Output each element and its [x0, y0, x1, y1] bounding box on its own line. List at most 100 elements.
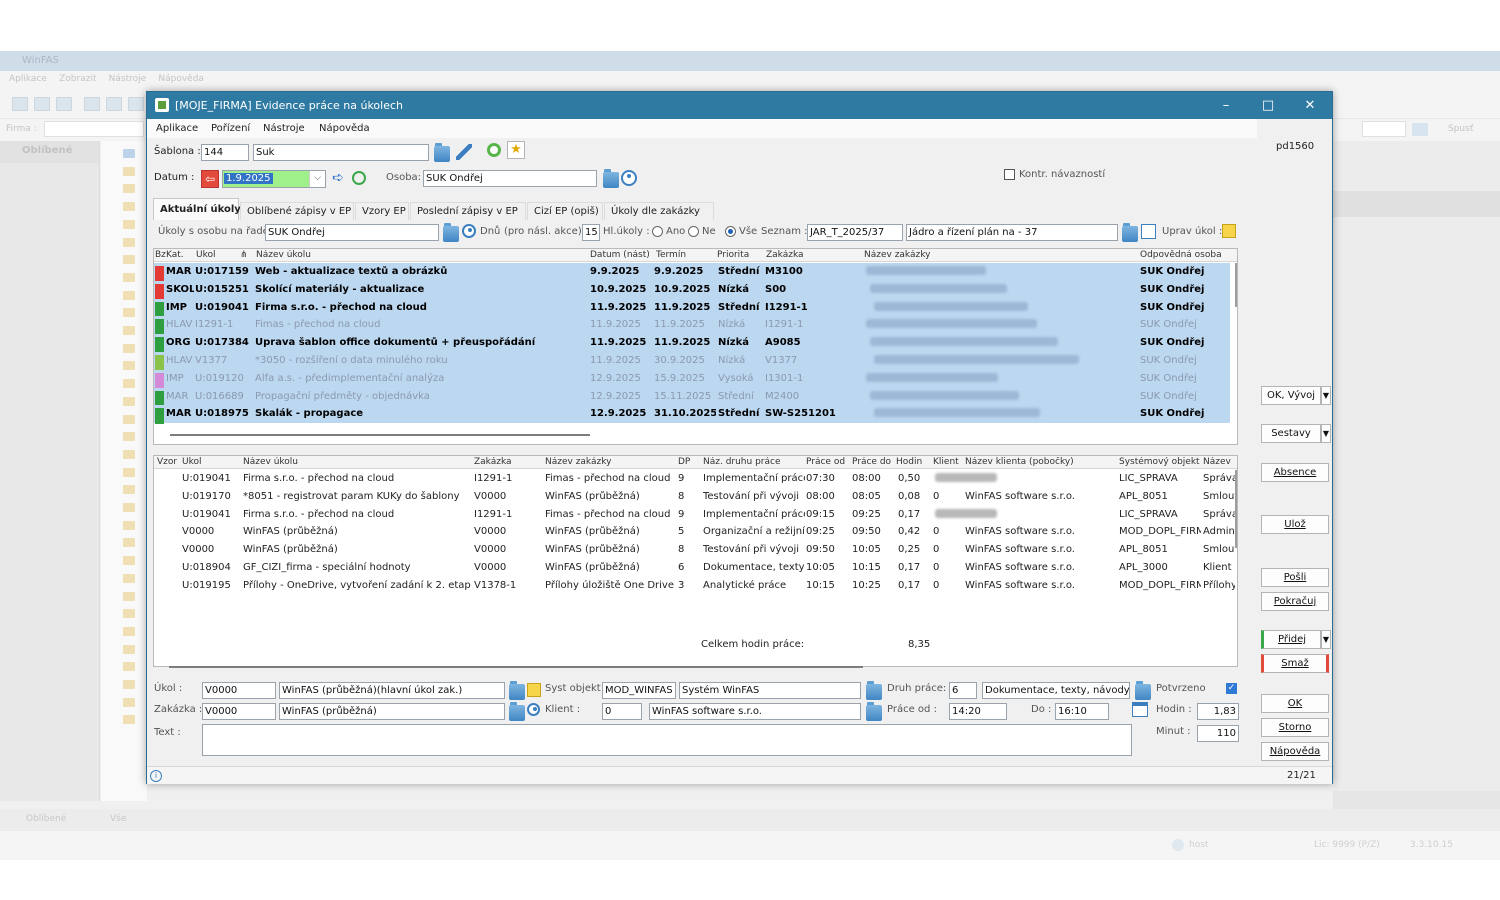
menu-porizeni[interactable]: Pořízení — [211, 123, 250, 134]
col-objekt-nazev[interactable]: Název — [1203, 457, 1237, 467]
col-datum[interactable]: Datum (nást) — [590, 250, 650, 260]
col-work-zakazka[interactable]: Zakázka — [474, 457, 512, 467]
tab-cizi-ep[interactable]: Cizí EP (opiš) — [527, 202, 603, 220]
col-odpovedna-osoba[interactable]: Odpovědná osoba — [1140, 250, 1222, 260]
col-work-ukol[interactable]: Úkol — [182, 457, 202, 467]
seznam-name-input[interactable]: Jádro a řízení plán na - 37 — [906, 224, 1118, 241]
kontr-navaznosti-checkbox[interactable] — [1004, 169, 1015, 180]
detail-druh-name-input[interactable]: Dokumentace, texty, návody, — [982, 682, 1130, 699]
col-nazev-klienta[interactable]: Název klienta (pobočky) — [965, 457, 1074, 467]
hl-ukoly-vse-radio[interactable] — [725, 226, 736, 237]
tasks-vertical-scrollbar[interactable] — [1235, 263, 1237, 307]
col-prace-do[interactable]: Práce do — [852, 457, 891, 467]
col-systemovy-objekt[interactable]: Systémový objekt — [1119, 457, 1201, 467]
detail-potvrzeno-checkbox[interactable]: ✓ — [1226, 683, 1237, 694]
osoba-folder-icon[interactable] — [603, 169, 619, 188]
tab-ukoly-dle-zakazky[interactable]: Úkoly dle zakázky — [604, 202, 714, 220]
detail-ukol-folder-icon[interactable] — [509, 681, 525, 700]
detail-do-input[interactable]: 16:10 — [1055, 703, 1109, 720]
task-row[interactable]: MAR U:017159 Web - aktualizace textů a obr… — [154, 263, 1230, 282]
task-row[interactable]: IMP U:019041 Firma s.r.o. - přechod na clo… — [154, 298, 1230, 318]
col-druh-prace[interactable]: Náz. druhu práce — [703, 457, 781, 467]
menu-napoveda[interactable]: Nápověda — [319, 123, 370, 134]
col-hodin[interactable]: Hodin — [896, 457, 922, 467]
col-bz[interactable]: Bz — [155, 250, 166, 260]
col-vzor[interactable]: Vzor — [157, 457, 177, 467]
detail-druh-folder-icon[interactable] — [1135, 681, 1151, 700]
ukoly-folder-icon[interactable] — [443, 223, 459, 242]
next-day-arrow-icon[interactable]: ➪ — [332, 171, 348, 187]
detail-syst-code-input[interactable]: MOD_WINFAS — [602, 682, 676, 699]
task-row[interactable]: HLAV I1291-1 Fimas - přechod na cloud 11.9.… — [154, 316, 1230, 336]
hl-ukoly-ne-radio[interactable] — [688, 226, 699, 237]
chevron-down-icon[interactable]: ⌵ — [309, 171, 325, 187]
detail-hodin-input[interactable]: 1,83 — [1197, 703, 1239, 720]
absence-button[interactable]: Absence — [1261, 463, 1329, 482]
col-nazev-zakazky[interactable]: Název zakázky — [864, 250, 930, 260]
favorite-star-icon[interactable]: ★ — [507, 141, 525, 159]
minimize-icon[interactable]: – — [1205, 92, 1247, 119]
ukoly-osoba-input[interactable]: SUK Ondřej — [265, 224, 439, 241]
dialog-title-bar[interactable]: [MOJE_FIRMA] Evidence práce na úkolech –… — [147, 92, 1332, 119]
tasks-horizontal-scrollbar[interactable] — [170, 434, 590, 436]
seznam-folder-icon[interactable] — [1122, 223, 1138, 242]
col-priorita[interactable]: Priorita — [717, 250, 749, 260]
hl-ukoly-ano-radio[interactable] — [652, 226, 663, 237]
storno-button[interactable]: Storno — [1261, 718, 1329, 737]
task-row[interactable]: ORG U:017384 Úprava šablon office dokument… — [154, 334, 1230, 354]
calendar-clock-icon[interactable] — [1132, 702, 1148, 717]
tab-aktualni-ukoly[interactable]: Aktuální úkoly — [153, 198, 241, 220]
detail-klient-name-input[interactable]: WinFAS software s.r.o. — [649, 703, 861, 720]
pokracuj-button[interactable]: Pokračuj — [1261, 592, 1329, 611]
sablona-name-input[interactable]: Suk — [253, 144, 429, 161]
detail-syst-name-input[interactable]: Systém WinFAS — [679, 682, 861, 699]
ok-vyvoj-dropdown-icon[interactable]: ▼ — [1321, 386, 1331, 405]
ok-vyvoj-button[interactable]: OK, Vývoj — [1261, 386, 1321, 405]
seznam-edit-list-icon[interactable] — [1141, 224, 1156, 239]
col-dp[interactable]: DP — [678, 457, 690, 467]
task-row[interactable]: MAR U:018975 Skalák - propagace 12.9.2025 31… — [154, 405, 1230, 425]
pridej-dropdown-icon[interactable]: ▼ — [1321, 630, 1331, 649]
detail-zakazka-name-input[interactable]: WinFAS (průběžná) — [279, 703, 505, 720]
tab-posledni-zapisy[interactable]: Poslední zápisy v EP — [410, 202, 526, 220]
sablona-code-input[interactable]: 144 — [201, 144, 249, 161]
work-horizontal-scrollbar[interactable] — [169, 666, 863, 668]
menu-aplikace[interactable]: Aplikace — [156, 123, 198, 134]
detail-minut-input[interactable]: 110 — [1197, 725, 1239, 742]
previous-day-icon[interactable]: ⇦ — [201, 170, 219, 188]
col-ukol[interactable]: Úkol — [196, 250, 216, 260]
seznam-code-input[interactable]: JAR_T_2025/37 — [807, 224, 903, 241]
work-row[interactable]: U:019170 *8051 - registrovat param KUKy d… — [154, 488, 1235, 506]
task-row[interactable]: SKOL U:015251 Školící materiály - aktualiz… — [154, 280, 1230, 300]
col-attachment-icon[interactable]: ⋔ — [240, 250, 250, 260]
smaz-button[interactable]: Smaž — [1261, 654, 1329, 673]
refresh-icon[interactable] — [352, 171, 366, 185]
work-row[interactable]: V0000 WinFAS (průběžná) V0000 WinFAS (průbě… — [154, 523, 1235, 541]
datum-date-input[interactable]: 1.9.2025 ⌵ — [222, 170, 326, 188]
work-row[interactable]: V0000 WinFAS (průběžná) V0000 WinFAS (průbě… — [154, 541, 1235, 559]
ukoly-person-icon[interactable] — [462, 224, 476, 238]
info-icon[interactable]: i — [150, 770, 162, 782]
tab-oblibene-zapisy[interactable]: Oblíbené zápisy v EP — [240, 202, 354, 220]
detail-prace-od-input[interactable]: 14:20 — [949, 703, 1007, 720]
detail-ukol-name-input[interactable]: WinFAS (průběžná)(hlavní úkol zak.) — [279, 682, 505, 699]
col-nazev-ukolu[interactable]: Název úkolu — [256, 250, 311, 260]
task-row[interactable]: MAR U:016689 Propagační předměty - objedná… — [154, 387, 1230, 407]
osoba-input[interactable]: SUK Ondřej — [423, 170, 597, 187]
detail-zakazka-code-input[interactable]: V0000 — [202, 703, 276, 720]
tab-vzory-ep[interactable]: Vzory EP — [355, 202, 409, 220]
sestavy-button[interactable]: Sestavy — [1261, 424, 1321, 443]
detail-zakazka-folder-icon[interactable] — [509, 702, 525, 721]
posli-button[interactable]: Pošli — [1261, 568, 1329, 587]
col-prace-od[interactable]: Práce od — [806, 457, 845, 467]
sestavy-dropdown-icon[interactable]: ▼ — [1321, 424, 1331, 443]
ok-button[interactable]: OK — [1261, 694, 1329, 713]
dnu-input[interactable]: 15 — [582, 224, 600, 241]
sablona-edit-icon[interactable] — [456, 144, 472, 160]
detail-klient-folder-icon[interactable] — [866, 702, 882, 721]
detail-syst-folder-icon[interactable] — [866, 681, 882, 700]
location-pin-icon[interactable] — [487, 143, 501, 157]
work-row[interactable]: U:018904 GF_CIZI_firma - speciální hodnot… — [154, 559, 1234, 577]
col-klient[interactable]: Klient — [933, 457, 959, 467]
detail-ukol-edit-icon[interactable] — [527, 683, 541, 697]
